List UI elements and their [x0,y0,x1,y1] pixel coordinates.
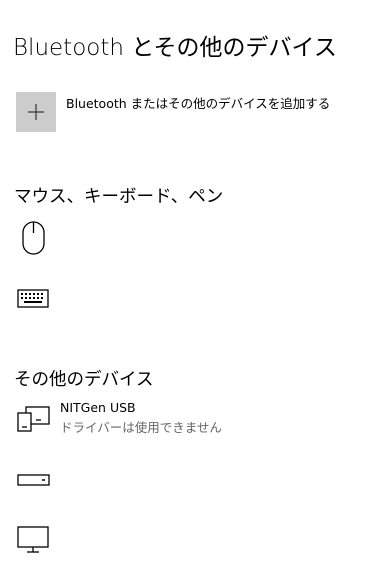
device-item-drive[interactable] [14,461,374,497]
add-device-label: Bluetooth またはその他のデバイスを追加する [66,96,331,111]
page-title: Bluetooth とその他のデバイス [13,35,337,61]
device-item-keyboard[interactable] [14,280,374,316]
keyboard-icon [14,280,54,316]
device-item-monitor[interactable] [14,522,374,558]
plus-icon [28,104,44,120]
device-status: ドライバーは使用できません [60,420,222,435]
section-title-other-devices: その他のデバイス [14,370,154,390]
device-item-nitgen-usb[interactable]: NITGen USB ドライバーは使用できません [14,400,374,436]
mouse-icon [14,220,54,256]
device-item-mouse[interactable] [14,220,374,256]
drive-icon [14,461,54,497]
section-title-mouse-keyboard-pen: マウス、キーボード、ペン [14,187,224,207]
usb-device-icon [14,400,54,436]
add-device-tile[interactable] [16,92,56,132]
device-name: NITGen USB [60,400,136,415]
monitor-icon [14,522,54,558]
add-device-button[interactable]: Bluetooth またはその他のデバイスを追加する [16,92,330,132]
